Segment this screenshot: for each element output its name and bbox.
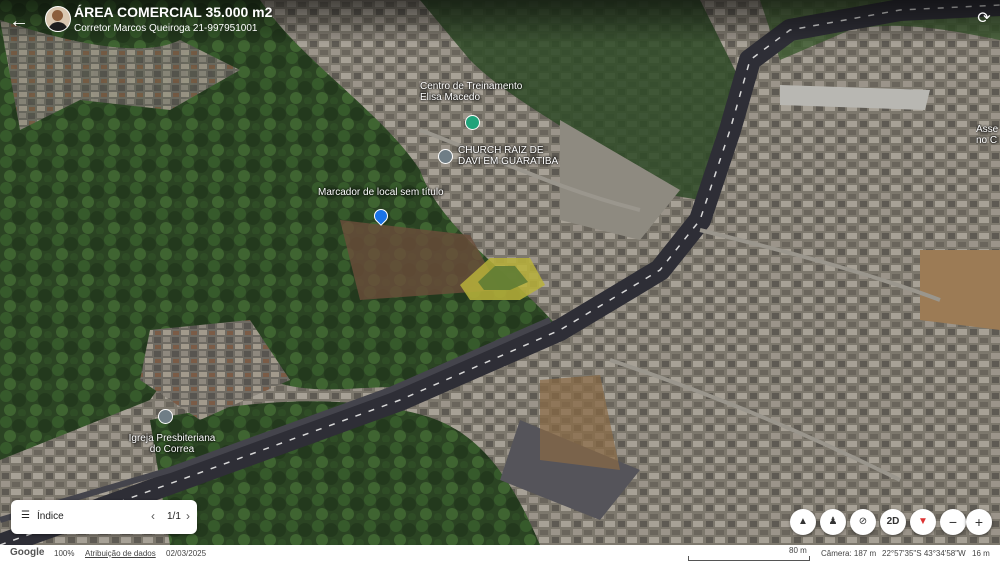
zoom-level: 100%	[54, 549, 75, 558]
scale-bar	[688, 556, 810, 561]
tilt-icon[interactable]: ⊘	[850, 509, 876, 535]
previous-icon[interactable]: ‹	[151, 509, 155, 523]
status-bar: Google 100% Atribuição de dados 02/03/20…	[0, 545, 1000, 563]
page-subtitle: Corretor Marcos Queiroga 21-997951001	[74, 23, 258, 34]
zoom-in-button[interactable]: +	[966, 509, 992, 535]
avatar	[45, 6, 71, 32]
index-count: 1/1	[167, 511, 181, 522]
zoom-out-button[interactable]: −	[940, 509, 966, 535]
google-logo: Google	[10, 547, 45, 558]
label-church[interactable]: CHURCH RAIZ DE DAVI EM GUARATIBA	[458, 145, 568, 167]
label-training-center[interactable]: Centro de Treinamento Elisa Macedo	[420, 81, 530, 103]
top-bar: ← ÁREA COMERCIAL 35.000 m2 Corretor Marc…	[0, 0, 1000, 44]
compass-icon[interactable]: ▲	[790, 509, 816, 535]
training-center-icon[interactable]	[465, 115, 480, 130]
scale-label: 80 m	[789, 546, 807, 555]
label-placemark[interactable]: Marcador de local sem título	[318, 187, 444, 198]
index-panel[interactable]: ☰ Índice ‹ 1/1 ›	[11, 500, 197, 534]
presbyterian-church-icon[interactable]	[158, 409, 173, 424]
next-icon[interactable]: ›	[186, 509, 190, 523]
view-mode-button[interactable]: 2D	[880, 509, 906, 535]
person-icon[interactable]: ♟	[820, 509, 846, 535]
refresh-icon[interactable]: ⟳	[974, 8, 994, 28]
label-presbyterian[interactable]: Igreja Presbiteriana do Correa	[122, 433, 222, 455]
label-right-edge[interactable]: Asse no C	[976, 124, 1000, 146]
coordinates: 22°57'35"S 43°34'58"W	[882, 549, 966, 558]
page-title: ÁREA COMERCIAL 35.000 m2	[74, 4, 273, 20]
elevation: 16 m	[972, 549, 990, 558]
list-icon: ☰	[21, 510, 30, 521]
back-arrow-icon[interactable]: ←	[8, 10, 30, 32]
attribution-link[interactable]: Atribuição de dados	[85, 549, 156, 558]
imagery-date: 02/03/2025	[166, 549, 207, 558]
camera-altitude: Câmera: 187 m	[821, 549, 877, 558]
index-label: Índice	[37, 511, 64, 522]
church-icon[interactable]	[438, 149, 453, 164]
north-arrow-icon[interactable]: ▼	[910, 509, 936, 535]
